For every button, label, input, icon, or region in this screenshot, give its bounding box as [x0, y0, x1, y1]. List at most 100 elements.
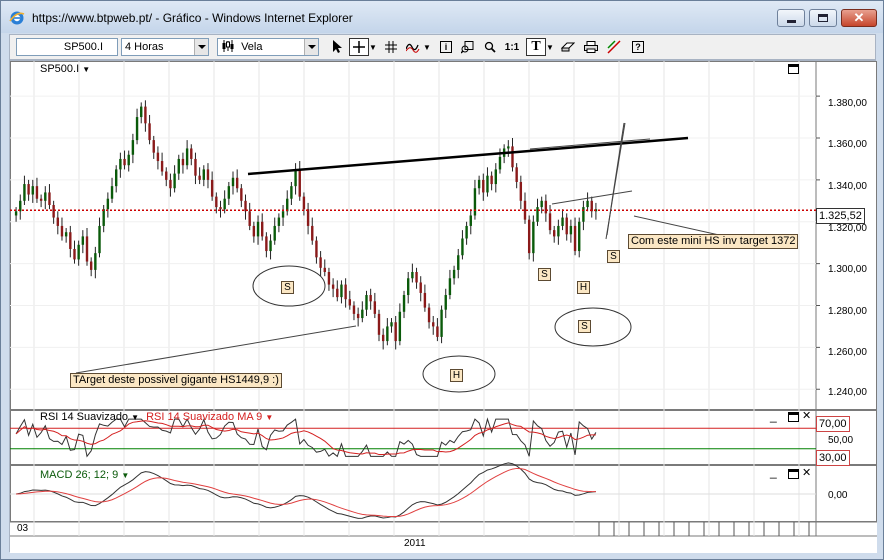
minimize-panel-icon[interactable]: _ — [770, 466, 777, 478]
maximize-panel-icon[interactable] — [788, 64, 799, 74]
candle-body — [336, 288, 339, 298]
target-big-annotation[interactable]: TArget deste possivel gigante HS1449,9 :… — [70, 373, 282, 388]
candle-body — [419, 282, 422, 293]
minimize-button[interactable] — [777, 9, 805, 27]
candle-body — [427, 307, 431, 323]
indicators-button[interactable] — [403, 38, 423, 56]
candle-body — [52, 205, 55, 218]
indicators-dropdown[interactable]: ▼ — [422, 38, 432, 56]
candle-body — [123, 158, 126, 166]
macd-zero-label: 0,00 — [828, 490, 848, 501]
crosshair-tool-button[interactable] — [349, 38, 369, 56]
candle-body — [331, 284, 335, 289]
candlestick-icon — [222, 40, 234, 52]
chart-canvas[interactable] — [10, 61, 877, 553]
candle-body — [423, 292, 427, 308]
candle-body — [252, 225, 256, 237]
help-button[interactable]: ? — [628, 38, 648, 56]
candle-body — [198, 175, 201, 180]
chart-style-select[interactable]: Vela — [217, 38, 319, 56]
candle-body — [94, 253, 97, 270]
candle-body — [352, 305, 356, 314]
close-icon[interactable]: ✕ — [802, 468, 811, 479]
y-tick-label: 1.320,00 — [828, 223, 867, 234]
candle-body — [494, 169, 497, 185]
rsi-mid-label: 50,00 — [828, 435, 854, 446]
rsi-panel-label[interactable]: RSI 14 Suavizado ▼ RSI 14 Suavizado MA 9… — [40, 411, 273, 423]
candle-body — [273, 225, 276, 241]
candle-body — [548, 213, 552, 231]
chart-area[interactable]: SP500.I ▼ 1.380,00 1.360,00 1.340,00 1.3… — [9, 60, 877, 553]
candle-body — [436, 326, 439, 337]
help-icon: ? — [632, 41, 644, 53]
price-panel-label[interactable]: SP500.I ▼ — [40, 63, 90, 75]
shoulder-label[interactable]: S — [281, 281, 294, 294]
candle-body — [248, 211, 251, 226]
eraser-button[interactable] — [558, 38, 578, 56]
candle-body — [115, 169, 118, 187]
maximize-button[interactable] — [809, 9, 837, 27]
crosshair-dropdown[interactable]: ▼ — [368, 38, 378, 56]
grid-tool-button[interactable] — [381, 38, 401, 56]
draw-lines-button[interactable] — [604, 38, 624, 56]
chevron-down-icon: ▼ — [546, 42, 554, 52]
symbol-input[interactable]: SP500.I — [16, 38, 118, 56]
text-tool-button[interactable]: T — [526, 38, 546, 56]
shoulder-label[interactable]: S — [578, 320, 591, 333]
close-icon[interactable]: ✕ — [802, 411, 811, 422]
candle-body — [402, 295, 406, 312]
text-tool-dropdown[interactable]: ▼ — [545, 38, 555, 56]
info-button[interactable]: i — [436, 38, 456, 56]
one-to-one-button[interactable]: 1:1 — [502, 38, 522, 56]
shoulder-label[interactable]: S — [538, 268, 551, 281]
candle-body — [536, 207, 539, 222]
print-button[interactable] — [581, 38, 601, 56]
candle-body — [486, 175, 489, 193]
zoom-button[interactable] — [480, 38, 500, 56]
chart-style-value: Vela — [241, 41, 263, 53]
cursor-icon — [333, 40, 342, 53]
macd-label: MACD 26; 12; 9 — [40, 469, 119, 481]
target-mini-annotation[interactable]: Com este mini HS inv target 1372 — [628, 234, 799, 249]
candle-body — [298, 169, 301, 197]
maximize-panel-icon[interactable] — [788, 469, 799, 479]
close-button[interactable]: ✕ — [841, 9, 877, 27]
y-tick-label: 1.300,00 — [828, 264, 867, 275]
cursor-tool-button[interactable] — [328, 38, 348, 56]
candle-body — [181, 158, 185, 166]
candle-body — [269, 240, 272, 252]
head-label[interactable]: H — [450, 369, 463, 382]
candle-body — [498, 156, 502, 170]
head-label[interactable]: H — [577, 281, 590, 294]
minimize-panel-icon[interactable]: _ — [770, 410, 777, 422]
grid-icon — [385, 41, 397, 53]
candle-body — [48, 192, 51, 205]
shoulder-label[interactable]: S — [607, 250, 620, 263]
chevron-down-icon: ▼ — [423, 42, 431, 52]
candle-body — [482, 179, 485, 193]
maximize-panel-icon[interactable] — [788, 412, 799, 422]
zoom-window-button[interactable] — [457, 38, 477, 56]
y-tick-label: 1.280,00 — [828, 306, 867, 317]
candle-body — [440, 309, 443, 337]
title-bar: https://www.btpweb.pt/ - Gráfico - Windo… — [1, 1, 883, 33]
candle-body — [131, 140, 135, 155]
candle-body — [144, 106, 147, 124]
chevron-down-icon[interactable] — [304, 39, 318, 55]
x-left-label: 03 — [17, 523, 29, 534]
one-to-one-icon: 1:1 — [504, 41, 520, 53]
candle-body — [98, 225, 101, 254]
candle-body — [519, 181, 523, 201]
chevron-down-icon[interactable] — [194, 39, 208, 55]
candle-body — [110, 186, 114, 199]
candle-body — [515, 167, 518, 182]
period-select[interactable]: 4 Horas — [121, 38, 209, 56]
candle-body — [565, 217, 568, 235]
y-tick-label: 1.360,00 — [828, 139, 867, 150]
candle-body — [569, 225, 573, 235]
candle-body — [173, 173, 176, 189]
macd-panel-label[interactable]: MACD 26; 12; 9 ▼ — [40, 469, 129, 481]
candle-body — [544, 200, 548, 214]
candle-body — [39, 198, 43, 201]
candle-body — [106, 198, 110, 210]
